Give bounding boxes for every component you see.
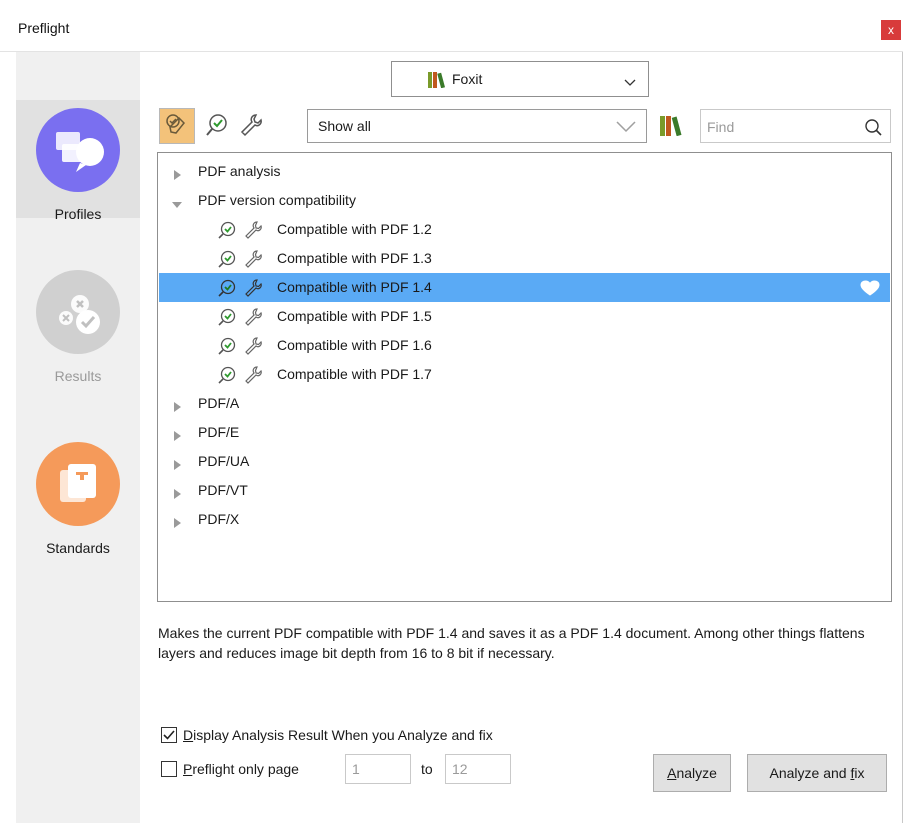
tree-group-label: PDF version compatibility	[198, 192, 356, 208]
search-icon[interactable]	[864, 118, 882, 139]
display-result-checkbox[interactable]	[161, 727, 177, 743]
title-bar: Preflight x	[0, 0, 903, 52]
tree-item-profile-selected[interactable]: Compatible with PDF 1.4	[159, 273, 890, 302]
sidebar-item-profiles[interactable]: Profiles	[16, 100, 140, 222]
expand-triangle-icon[interactable]	[174, 486, 182, 502]
tree-item-label: Compatible with PDF 1.2	[277, 221, 432, 237]
favorite-icon[interactable]	[860, 280, 880, 299]
chevron-down-icon	[616, 120, 636, 136]
window-title: Preflight	[18, 20, 70, 36]
tree-item-label: Compatible with PDF 1.7	[277, 366, 432, 382]
main-panel: Foxit Show all Find PDF analysis PDF ver…	[141, 52, 903, 823]
display-result-option: Display Analysis Result When you Analyze…	[161, 725, 493, 745]
filter-dropdown[interactable]: Show all	[307, 109, 647, 143]
expand-triangle-icon[interactable]	[174, 399, 182, 415]
analyze-and-fix-button[interactable]: Analyze and f ix	[747, 754, 887, 792]
display-result-label: Display Analysis Result When you Analyze…	[183, 727, 493, 743]
tree-group-pdf-analysis[interactable]: PDF analysis	[159, 157, 890, 186]
sidebar-item-label: Standards	[46, 540, 110, 556]
check-icon	[217, 220, 237, 243]
only-page-option: Preflight only page	[161, 759, 299, 779]
profiles-view-icon	[164, 112, 190, 141]
tree-group-pdf-vt[interactable]: PDF/VT	[159, 476, 890, 505]
expand-triangle-icon[interactable]	[174, 457, 182, 473]
profile-description: Makes the current PDF compatible with PD…	[158, 625, 865, 661]
tree-group-label: PDF/UA	[198, 453, 250, 469]
tree-item-label: Compatible with PDF 1.3	[277, 250, 432, 266]
profile-library-dropdown[interactable]: Foxit	[391, 61, 649, 97]
expand-triangle-icon[interactable]	[174, 515, 182, 531]
check-icon	[217, 307, 237, 330]
tree-group-label: PDF analysis	[198, 163, 281, 179]
profile-tree: PDF analysis PDF version compatibility C…	[157, 152, 892, 602]
check-icon	[217, 365, 237, 388]
library-icon	[659, 116, 685, 139]
magnifier-check-icon	[204, 112, 230, 141]
library-icon	[428, 72, 448, 91]
wrench-icon	[238, 112, 264, 141]
check-icon	[217, 336, 237, 359]
find-box	[700, 109, 891, 143]
library-button[interactable]	[659, 114, 687, 140]
tree-group-pdf-e[interactable]: PDF/E	[159, 418, 890, 447]
expand-triangle-icon[interactable]	[174, 167, 182, 183]
chevron-down-icon	[624, 74, 636, 90]
tree-group-label: PDF/A	[198, 395, 240, 411]
check-icon	[217, 249, 237, 272]
check-icon	[217, 278, 237, 301]
tree-group-pdf-ua[interactable]: PDF/UA	[159, 447, 890, 476]
sidebar-item-label: Profiles	[54, 206, 102, 222]
only-page-checkbox[interactable]	[161, 761, 177, 777]
page-to-label: to	[421, 761, 433, 777]
fixup-icon	[243, 336, 263, 359]
tree-group-label: PDF/E	[198, 424, 240, 440]
analyze-button[interactable]: Analyze	[653, 754, 731, 792]
fixup-icon	[243, 249, 263, 272]
tree-group-label: PDF/X	[198, 511, 240, 527]
profiles-icon	[36, 108, 120, 192]
profile-library-value: Foxit	[452, 71, 483, 87]
profiles-view-button[interactable]	[159, 108, 195, 144]
tree-item-label: Compatible with PDF 1.5	[277, 308, 432, 324]
tree-item-label: Compatible with PDF 1.4	[277, 279, 432, 295]
tree-group-pdf-x[interactable]: PDF/X	[159, 505, 890, 534]
tree-item-profile[interactable]: Compatible with PDF 1.3	[159, 244, 890, 273]
checks-view-button[interactable]	[199, 108, 235, 144]
sidebar-item-label: Results	[54, 368, 102, 384]
filter-value: Show all	[318, 118, 371, 134]
fixup-icon	[243, 307, 263, 330]
results-icon	[36, 270, 120, 354]
fixups-view-button[interactable]	[233, 108, 269, 144]
tree-group-pdf-version-compatibility[interactable]: PDF version compatibility	[159, 186, 890, 215]
preflight-dialog: Preflight x Profiles Results Standards F…	[0, 0, 903, 823]
tree-group-pdf-a[interactable]: PDF/A	[159, 389, 890, 418]
page-from-input[interactable]: 1	[345, 754, 411, 784]
expand-triangle-icon[interactable]	[174, 428, 182, 444]
sidebar-item-results[interactable]: Results	[16, 270, 140, 388]
find-input[interactable]	[707, 117, 857, 137]
collapse-triangle-icon[interactable]	[172, 197, 182, 213]
sidebar-item-standards[interactable]: Standards	[16, 442, 140, 560]
close-button[interactable]: x	[881, 20, 901, 40]
tree-item-profile[interactable]: Compatible with PDF 1.7	[159, 360, 890, 389]
tree-item-profile[interactable]: Compatible with PDF 1.2	[159, 215, 890, 244]
fixup-icon	[243, 365, 263, 388]
tree-item-profile[interactable]: Compatible with PDF 1.5	[159, 302, 890, 331]
tree-item-label: Compatible with PDF 1.6	[277, 337, 432, 353]
fixup-icon	[243, 220, 263, 243]
only-page-label: Preflight only page	[183, 761, 299, 777]
page-to-input[interactable]: 12	[445, 754, 511, 784]
standards-icon	[36, 442, 120, 526]
fixup-icon	[243, 278, 263, 301]
sidebar: Profiles Results Standards	[16, 52, 140, 823]
tree-item-profile[interactable]: Compatible with PDF 1.6	[159, 331, 890, 360]
tree-group-label: PDF/VT	[198, 482, 248, 498]
